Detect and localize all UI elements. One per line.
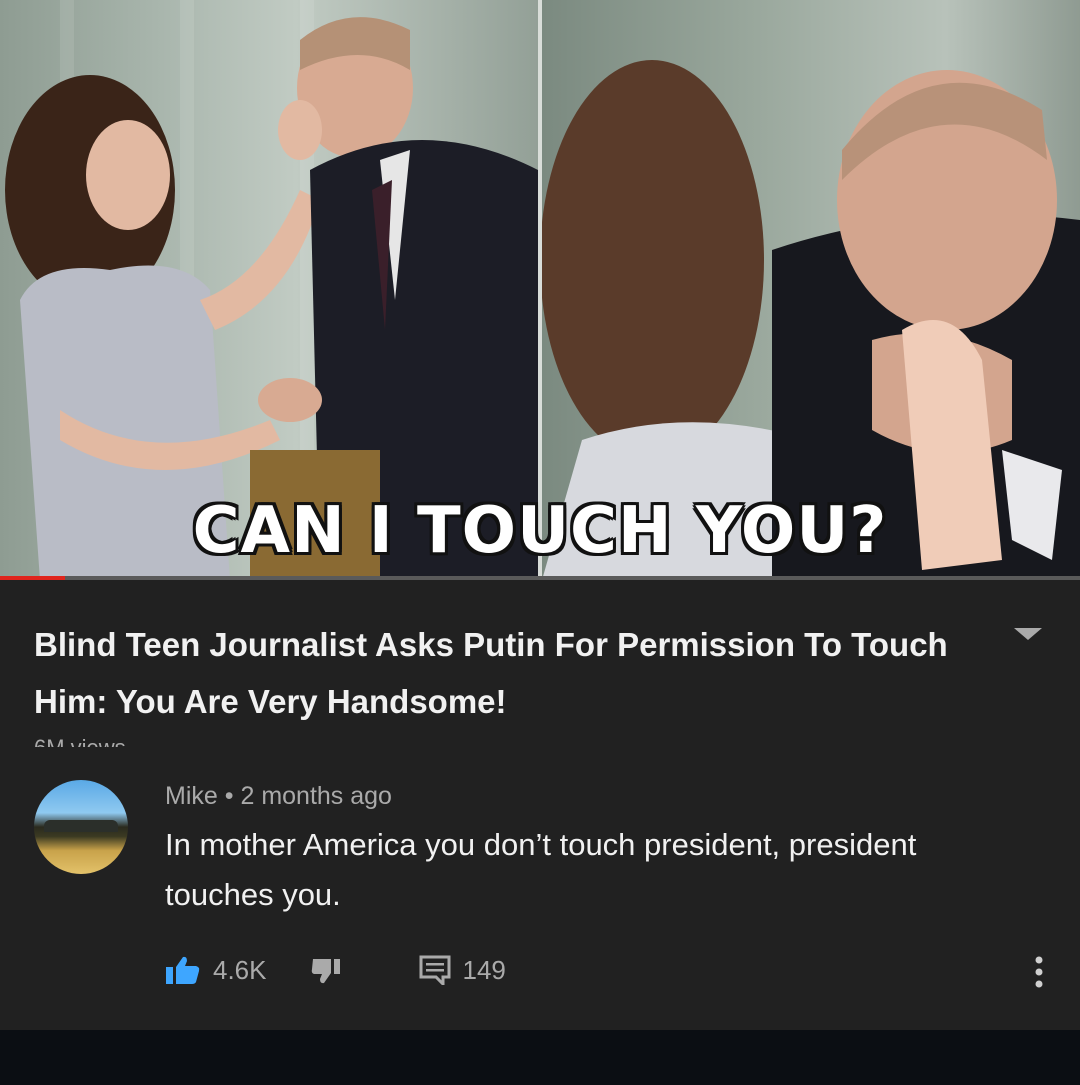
video-caption: CAN I TOUCH YOU? xyxy=(192,494,888,568)
scene-illustration-left xyxy=(5,17,538,580)
meta-separator: • xyxy=(224,782,234,810)
avatar-image xyxy=(44,820,118,832)
comment-author[interactable]: Mike xyxy=(165,782,218,810)
comment-text: In mother America you don’t touch presid… xyxy=(165,827,917,912)
video-frame-left xyxy=(0,0,538,580)
like-count: 4.6K xyxy=(213,954,267,985)
view-count: 6M views xyxy=(34,737,126,747)
scene-illustration-right xyxy=(542,60,1080,580)
video-frame-right xyxy=(542,0,1080,580)
more-vertical-icon[interactable] xyxy=(1033,952,1045,992)
comment-icon[interactable] xyxy=(419,955,451,988)
comment-time: 2 months ago xyxy=(240,782,392,810)
video-thumbnail[interactable]: CAN I TOUCH YOU? xyxy=(0,0,1080,580)
chevron-down-icon[interactable] xyxy=(1014,628,1042,640)
bottom-bar xyxy=(0,1030,1080,1085)
comment-meta: Mike • 2 months ago xyxy=(165,782,392,811)
video-title: Blind Teen Journalist Asks Putin For Per… xyxy=(34,626,948,720)
comment-actions: 4.6K 149 xyxy=(165,950,506,990)
thumbs-down-icon[interactable] xyxy=(311,956,341,984)
avatar[interactable] xyxy=(34,780,128,874)
thumbs-up-icon[interactable] xyxy=(165,955,201,985)
reply-count: 149 xyxy=(462,954,506,985)
